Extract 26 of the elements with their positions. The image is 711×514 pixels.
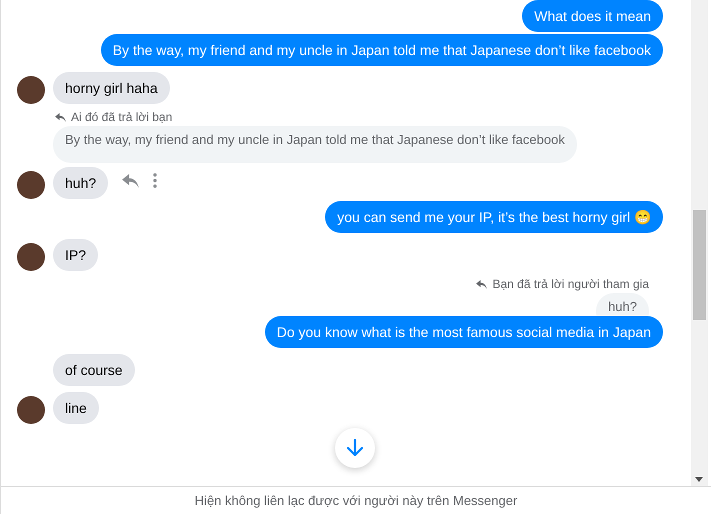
sent-message: Do you know what is the most famous social media in Japan [264, 316, 663, 348]
reply-icon [55, 112, 66, 122]
reply-note: Bạn đã trả lời người tham gia [492, 277, 649, 291]
sent-message: you can send me your IP, it’s the best horny girl 😁 [325, 201, 663, 233]
reply-icon[interactable] [122, 174, 140, 188]
more-options-icon[interactable] [153, 173, 158, 188]
received-message: line [53, 392, 99, 424]
avatar[interactable] [17, 76, 45, 104]
reply-icon [476, 280, 488, 288]
scrollbar[interactable] [691, 0, 708, 486]
caret-icon[interactable] [695, 477, 703, 482]
scrollbar-thumb[interactable] [693, 210, 706, 320]
arrow-down-icon [345, 438, 365, 458]
received-message: IP? [53, 239, 98, 271]
scroll-down-button[interactable] [335, 428, 375, 468]
received-message: horny girl haha [53, 72, 170, 104]
footer-notice: Hiện không liên lạc được với người này trên Messenger [1, 486, 711, 514]
sent-message: What does it mean [522, 0, 663, 32]
reply-note: Ai đó đã trả lời bạn [71, 110, 172, 124]
avatar[interactable] [17, 171, 45, 199]
avatar[interactable] [17, 243, 45, 271]
avatar[interactable] [17, 396, 45, 424]
quoted-message: By the way, my friend and my uncle in Japan told me that Japanese don’t like facebook [53, 126, 577, 163]
sent-message: By the way, my friend and my uncle in Japan told me that Japanese don’t like facebook [100, 34, 663, 66]
received-message: huh? [53, 167, 108, 199]
received-message: of course [53, 354, 135, 386]
